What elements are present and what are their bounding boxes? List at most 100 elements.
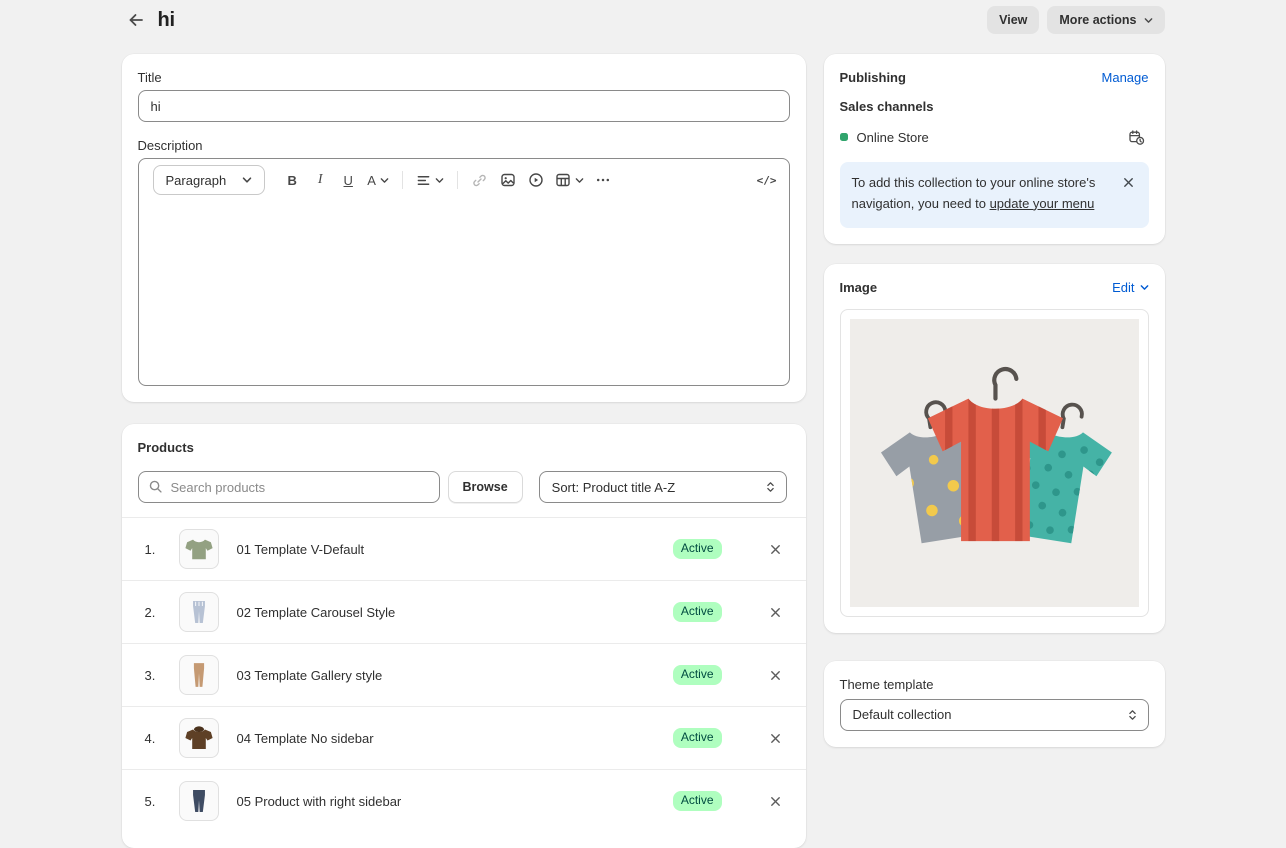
more-actions-button[interactable]: More actions xyxy=(1047,6,1164,34)
theme-template-value: Default collection xyxy=(853,707,952,722)
product-thumbnail xyxy=(179,718,219,758)
select-stepper-icon xyxy=(765,480,776,494)
remove-product-button[interactable] xyxy=(762,598,790,626)
products-heading: Products xyxy=(138,440,790,455)
product-row: 4. 04 Template No sidebar Active xyxy=(122,706,806,769)
product-name[interactable]: 03 Template Gallery style xyxy=(237,668,673,683)
channel-status-dot xyxy=(840,133,848,141)
sidebar: Publishing Manage Sales channels Online … xyxy=(824,54,1165,747)
publishing-heading: Publishing xyxy=(840,70,906,85)
sales-channel-row: Online Store xyxy=(840,125,1149,149)
sort-select-value: Sort: Product title A-Z xyxy=(552,480,676,495)
top-bar: hi View More actions xyxy=(122,2,1165,38)
product-row: 1. 01 Template V-Default Active xyxy=(122,517,806,580)
insert-link-button[interactable] xyxy=(467,166,493,194)
image-heading: Image xyxy=(840,280,878,295)
product-thumbnail xyxy=(179,529,219,569)
products-controls: Browse Sort: Product title A-Z xyxy=(138,471,790,503)
close-icon xyxy=(769,606,782,619)
product-name[interactable]: 02 Template Carousel Style xyxy=(237,605,673,620)
text-color-button[interactable]: A xyxy=(363,166,393,194)
browse-button[interactable]: Browse xyxy=(448,471,523,503)
status-badge: Active xyxy=(673,602,722,622)
close-icon xyxy=(769,669,782,682)
remove-product-button[interactable] xyxy=(762,535,790,563)
close-icon xyxy=(769,795,782,808)
product-rank: 2. xyxy=(145,605,171,620)
navigation-info-banner: To add this collection to your online st… xyxy=(840,162,1149,228)
select-stepper-icon xyxy=(1127,708,1138,722)
product-thumbnail xyxy=(179,592,219,632)
table-icon xyxy=(555,172,571,188)
insert-video-button[interactable] xyxy=(523,166,549,194)
back-button[interactable] xyxy=(122,6,150,34)
remove-product-button[interactable] xyxy=(762,661,790,689)
theme-template-select[interactable]: Default collection xyxy=(840,699,1149,731)
product-list: 1. 01 Template V-Default Active 2. xyxy=(122,517,806,832)
video-icon xyxy=(528,172,544,188)
status-badge: Active xyxy=(673,791,722,811)
chevron-down-icon xyxy=(575,176,584,185)
channel-name: Online Store xyxy=(857,130,1116,145)
collection-image-frame[interactable] xyxy=(840,309,1149,617)
main-column: Title Description Paragraph B I U A xyxy=(122,54,806,848)
title-label: Title xyxy=(138,70,790,85)
alignment-button[interactable] xyxy=(412,166,448,194)
link-icon xyxy=(472,173,487,188)
calendar-clock-icon xyxy=(1128,129,1145,146)
product-name[interactable]: 01 Template V-Default xyxy=(237,542,673,557)
toolbar-divider xyxy=(457,171,458,189)
arrow-left-icon xyxy=(127,11,145,29)
remove-product-button[interactable] xyxy=(762,724,790,752)
product-thumbnail xyxy=(179,781,219,821)
toolbar-divider xyxy=(402,171,403,189)
close-icon xyxy=(769,732,782,745)
update-your-menu-link[interactable]: update your menu xyxy=(990,194,1095,215)
product-row: 3. 03 Template Gallery style Active xyxy=(122,643,806,706)
show-html-button[interactable]: </> xyxy=(753,166,781,194)
insert-image-button[interactable] xyxy=(495,166,521,194)
description-label: Description xyxy=(138,138,790,153)
underline-button[interactable]: U xyxy=(335,166,361,194)
product-rank: 4. xyxy=(145,731,171,746)
image-icon xyxy=(500,172,516,188)
theme-template-label: Theme template xyxy=(840,677,1149,692)
product-rank: 1. xyxy=(145,542,171,557)
description-editor: Paragraph B I U A xyxy=(138,158,790,386)
bold-button[interactable]: B xyxy=(279,166,305,194)
edit-image-button[interactable]: Edit xyxy=(1112,280,1148,295)
product-rank: 3. xyxy=(145,668,171,683)
editor-toolbar: Paragraph B I U A xyxy=(139,159,789,201)
more-formatting-button[interactable] xyxy=(590,166,616,194)
manage-publishing-link[interactable]: Manage xyxy=(1102,70,1149,85)
page: hi View More actions Title Description xyxy=(122,2,1165,848)
dismiss-banner-button[interactable] xyxy=(1118,171,1140,193)
product-name[interactable]: 04 Template No sidebar xyxy=(237,731,673,746)
product-name[interactable]: 05 Product with right sidebar xyxy=(237,794,673,809)
product-thumbnail xyxy=(179,655,219,695)
chevron-down-icon xyxy=(380,176,389,185)
theme-template-card: Theme template Default collection xyxy=(824,661,1165,747)
paragraph-style-button[interactable]: Paragraph xyxy=(153,165,266,195)
schedule-publishing-button[interactable] xyxy=(1125,125,1149,149)
close-icon xyxy=(1122,176,1135,189)
products-card: Products Browse Sort: Product title A-Z xyxy=(122,424,806,848)
sort-select[interactable]: Sort: Product title A-Z xyxy=(539,471,787,503)
view-button[interactable]: View xyxy=(987,6,1039,34)
status-badge: Active xyxy=(673,728,722,748)
sales-channels-label: Sales channels xyxy=(840,99,1149,114)
status-badge: Active xyxy=(673,539,722,559)
chevron-down-icon xyxy=(435,176,444,185)
align-left-icon xyxy=(416,173,431,188)
page-actions: View More actions xyxy=(987,6,1164,34)
description-editor-content[interactable] xyxy=(139,201,789,385)
search-products-input[interactable] xyxy=(138,471,440,503)
remove-product-button[interactable] xyxy=(762,787,790,815)
insert-table-button[interactable] xyxy=(551,166,588,194)
chevron-down-icon xyxy=(1140,283,1149,292)
close-icon xyxy=(769,543,782,556)
ellipsis-icon xyxy=(595,172,611,188)
product-row: 5. 05 Product with right sidebar Active xyxy=(122,769,806,832)
title-input[interactable] xyxy=(138,90,790,122)
italic-button[interactable]: I xyxy=(307,166,333,194)
